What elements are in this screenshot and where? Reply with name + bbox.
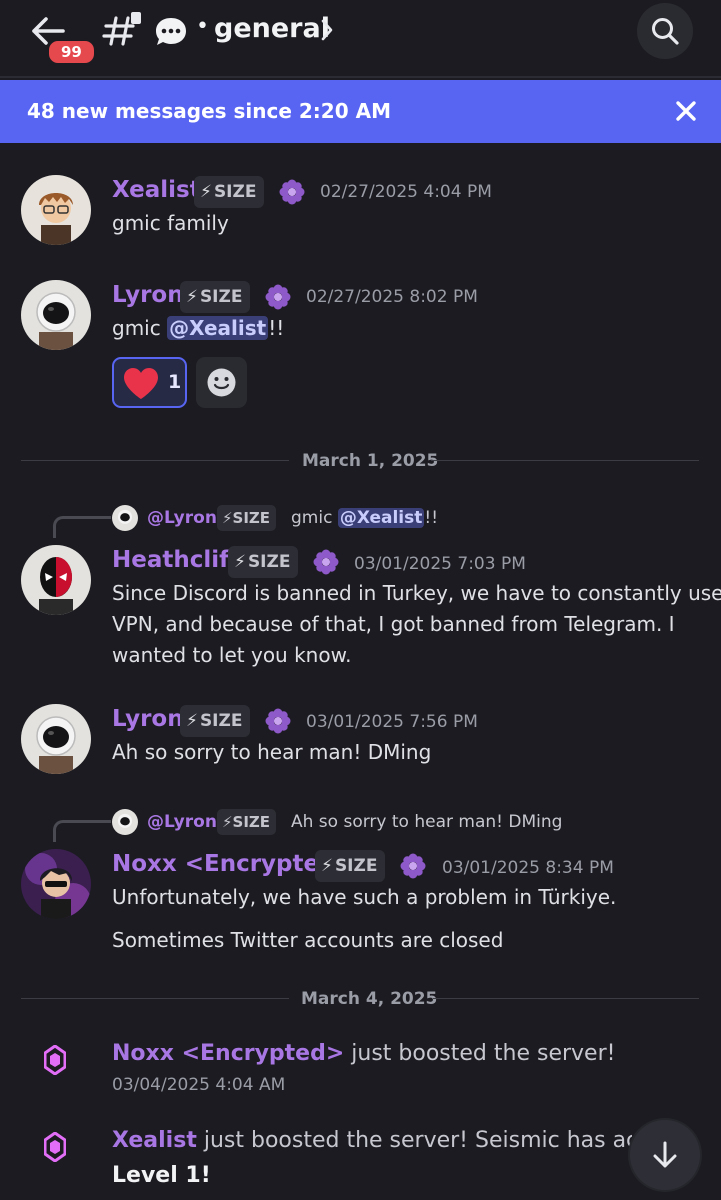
message-text: gmic @Xealist!! [112, 316, 285, 340]
message-text: gmic family [112, 211, 229, 235]
server-tag: ⚡SIZE [217, 809, 277, 835]
mention[interactable]: @Xealist [167, 316, 269, 340]
boost-badge-icon [400, 853, 426, 879]
smile-icon [207, 368, 236, 397]
close-icon[interactable] [675, 100, 697, 122]
search-icon [652, 18, 679, 45]
nitro-gem-icon [44, 1045, 66, 1075]
new-messages-banner[interactable]: 48 new messages since 2:20 AM [0, 80, 721, 143]
timestamp: 03/01/2025 7:56 PM [306, 712, 478, 732]
heart-icon [124, 368, 158, 399]
boost-badge-icon [265, 284, 291, 310]
new-messages-text: 48 new messages since 2:20 AM [27, 99, 391, 123]
unread-badge: 99 [46, 38, 97, 66]
search-button[interactable] [637, 3, 693, 59]
username[interactable]: Heathcliff [112, 547, 238, 573]
date-divider-line [21, 998, 289, 999]
chevron-right-icon[interactable] [320, 18, 334, 42]
reaction-count: 1 [168, 371, 182, 393]
arrow-down-icon [653, 1141, 677, 1168]
timestamp: 02/27/2025 4:04 PM [320, 182, 492, 202]
avatar-lyron[interactable] [21, 704, 91, 774]
username[interactable]: Xealist [112, 177, 201, 203]
jump-to-bottom-button[interactable] [630, 1120, 700, 1190]
date-divider-line [21, 460, 289, 461]
avatar-lyron[interactable] [21, 280, 91, 350]
timestamp: 03/01/2025 7:03 PM [354, 554, 526, 574]
reply-preview[interactable]: Ah so sorry to hear man! DMing [291, 812, 562, 832]
server-tag[interactable]: ⚡ SIZE [194, 176, 265, 208]
reply-username[interactable]: @Lyron [147, 508, 217, 528]
timestamp: 03/04/2025 4:04 AM [112, 1075, 286, 1095]
boost-badge-icon [279, 179, 305, 205]
reaction-heart[interactable]: 1 [112, 357, 187, 408]
channel-separator: • [196, 14, 209, 39]
timestamp: 02/27/2025 8:02 PM [306, 287, 478, 307]
channel-header: 99 • general [0, 0, 721, 78]
avatar-xealist[interactable] [21, 175, 91, 245]
message-text: Unfortunately, we have such a problem in… [112, 885, 617, 909]
reply-avatar[interactable] [112, 505, 138, 531]
message-text: Ah so sorry to hear man! DMing [112, 740, 432, 764]
reply-connector [53, 820, 111, 842]
reply-connector [53, 516, 111, 538]
channel-name[interactable]: general [214, 13, 330, 44]
nitro-gem-icon [44, 1132, 66, 1162]
reply-avatar[interactable] [112, 809, 138, 835]
timestamp: 03/01/2025 8:34 PM [442, 858, 614, 878]
reply-username[interactable]: @Lyron [147, 812, 217, 832]
username[interactable]: Xealist [112, 1128, 197, 1153]
chat-bubble-icon[interactable] [154, 15, 188, 49]
boost-badge-icon [265, 708, 291, 734]
thread-hash-icon [102, 12, 141, 46]
server-tag[interactable]: ⚡ SIZE [180, 705, 251, 737]
message-text: Sometimes Twitter accounts are closed [112, 928, 504, 952]
level-text: Level 1! [112, 1163, 211, 1188]
date-divider-line [433, 998, 699, 999]
message-text: Since Discord is banned in Turkey, we ha… [112, 581, 721, 605]
username[interactable]: Lyron [112, 282, 184, 308]
username[interactable]: Noxx <Encrypted> [112, 1041, 344, 1066]
avatar-heathcliff[interactable] [21, 545, 91, 615]
reply-preview[interactable]: gmic @Xealist!! [291, 508, 438, 528]
message-text: wanted to let you know. [112, 643, 352, 667]
server-tag: ⚡SIZE [217, 505, 277, 531]
server-tag[interactable]: ⚡ SIZE [180, 281, 251, 313]
username[interactable]: Lyron [112, 706, 184, 732]
boost-message: Noxx <Encrypted> just boosted the server… [112, 1041, 616, 1066]
message-text: VPN, and because of that, I got banned f… [112, 612, 675, 636]
boost-message: Xealist just boosted the server! Seismic… [112, 1128, 632, 1153]
date-divider-line [431, 460, 699, 461]
avatar-noxx[interactable] [21, 849, 91, 919]
server-tag[interactable]: ⚡ SIZE [315, 850, 386, 882]
date-divider: March 1, 2025 [302, 451, 439, 471]
boost-badge-icon [313, 549, 339, 575]
server-tag[interactable]: ⚡ SIZE [228, 546, 299, 578]
add-reaction-button[interactable] [196, 357, 247, 408]
date-divider: March 4, 2025 [301, 989, 438, 1009]
